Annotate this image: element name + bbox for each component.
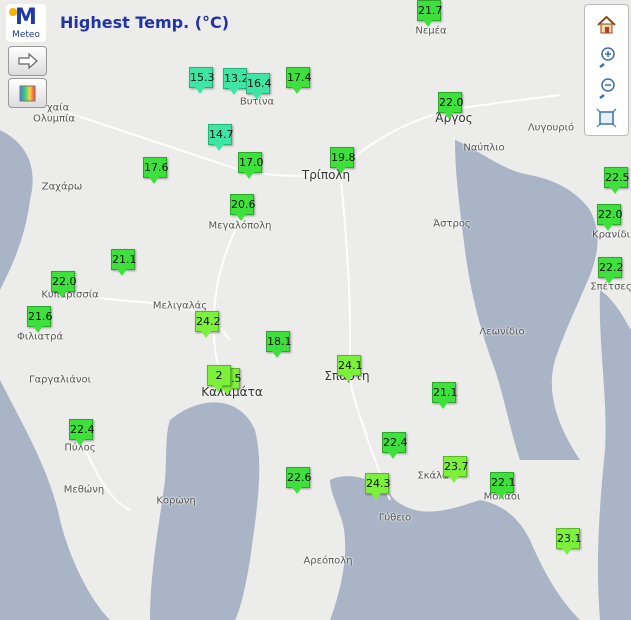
temperature-marker[interactable]: 16.4 bbox=[246, 73, 272, 100]
place-label: Κρανίδι bbox=[592, 229, 630, 241]
temperature-marker[interactable]: 22.2 bbox=[598, 257, 624, 284]
place-label: Άργος bbox=[435, 111, 473, 125]
temperature-marker[interactable]: 24.3 bbox=[365, 473, 391, 500]
basemap bbox=[0, 0, 631, 620]
place-label: Μεγαλόπολη bbox=[208, 220, 272, 232]
logo-sun-dot bbox=[9, 8, 17, 16]
zoom-in-icon bbox=[599, 47, 615, 68]
place-label: Φιλιατρά bbox=[16, 331, 64, 343]
temperature-marker[interactable]: 21.1 bbox=[111, 249, 137, 276]
temperature-marker[interactable]: 22.0 bbox=[51, 271, 77, 298]
temperature-marker[interactable]: 17.0 bbox=[238, 152, 264, 179]
place-label: χαία bbox=[46, 102, 70, 114]
temperature-marker[interactable]: 21.1 bbox=[432, 382, 458, 409]
next-parameter-button[interactable] bbox=[8, 46, 47, 76]
place-label: Ολυμπία bbox=[33, 113, 75, 125]
temperature-marker[interactable]: 22.5 bbox=[604, 167, 630, 194]
temperature-marker[interactable]: 22.4 bbox=[382, 432, 408, 459]
temperature-marker[interactable]: 20.6 bbox=[230, 194, 256, 221]
logo-subtitle: Meteo bbox=[12, 30, 40, 40]
map-title: Highest Temp. (°C) bbox=[60, 13, 230, 32]
place-label: Νεμέα bbox=[415, 25, 447, 37]
temperature-marker[interactable]: 22.6 bbox=[286, 467, 312, 494]
home-button[interactable] bbox=[593, 13, 620, 37]
home-icon bbox=[597, 15, 616, 34]
map-canvas[interactable]: Νεμέα Άργος Ναύπλιο Λυγουριό Βυτίνα Τρίπολη Άσ… bbox=[0, 0, 631, 620]
temperature-marker[interactable]: 13.2 bbox=[223, 68, 249, 95]
place-label: Άστρος bbox=[433, 218, 471, 230]
zoom-out-icon bbox=[599, 78, 615, 99]
temperature-marker[interactable]: 17.6 bbox=[143, 157, 169, 184]
place-label: Λεωνίδιο bbox=[479, 326, 525, 338]
place-label: Κορώνη bbox=[156, 495, 196, 507]
color-scale-icon bbox=[19, 85, 36, 102]
temperature-marker[interactable]: 22.0 bbox=[438, 92, 464, 119]
map-toolbar bbox=[584, 4, 629, 136]
place-label: Ναύπλιο bbox=[463, 142, 505, 154]
temperature-marker[interactable]: 14.7 bbox=[208, 124, 234, 151]
temperature-marker[interactable]: 21.7 bbox=[417, 0, 443, 27]
temperature-marker[interactable]: 15.3 bbox=[189, 67, 215, 94]
temperature-marker[interactable]: 19.8 bbox=[330, 147, 356, 174]
temperature-marker[interactable]: 23.7 bbox=[443, 456, 469, 483]
place-label: Λυγουριό bbox=[527, 122, 575, 134]
temperature-marker[interactable]: 22.0 bbox=[597, 204, 623, 231]
temperature-marker[interactable]: 24.1 bbox=[337, 355, 363, 382]
place-label: Μεθώνη bbox=[63, 484, 105, 496]
place-label: Γαργαλιάνοι bbox=[28, 374, 92, 386]
temperature-marker[interactable]: 22.4 bbox=[69, 419, 95, 446]
place-label: Γύθειο bbox=[378, 512, 412, 524]
place-label: Μελιγαλάς bbox=[152, 300, 208, 312]
arrow-right-icon bbox=[18, 52, 38, 70]
zoom-out-button[interactable] bbox=[593, 75, 620, 99]
temperature-marker[interactable]: 23.1 bbox=[556, 528, 582, 555]
fit-extent-button[interactable] bbox=[593, 106, 620, 130]
color-scale-button[interactable] bbox=[8, 78, 47, 108]
temperature-marker[interactable]: 17.4 bbox=[286, 67, 312, 94]
temperature-marker[interactable]: 2 bbox=[207, 365, 231, 392]
zoom-in-button[interactable] bbox=[593, 44, 620, 68]
temperature-marker[interactable]: 21.6 bbox=[27, 306, 53, 333]
temperature-marker[interactable]: 24.2 bbox=[195, 311, 221, 338]
place-label: Ζαχάρω bbox=[41, 181, 83, 193]
fit-extent-icon bbox=[596, 108, 617, 128]
meteo-logo[interactable]: M Meteo bbox=[6, 4, 46, 42]
place-label: Αρεόπολη bbox=[303, 555, 353, 567]
temperature-marker[interactable]: 22.1 bbox=[490, 472, 516, 499]
temperature-marker[interactable]: 18.1 bbox=[266, 331, 292, 358]
